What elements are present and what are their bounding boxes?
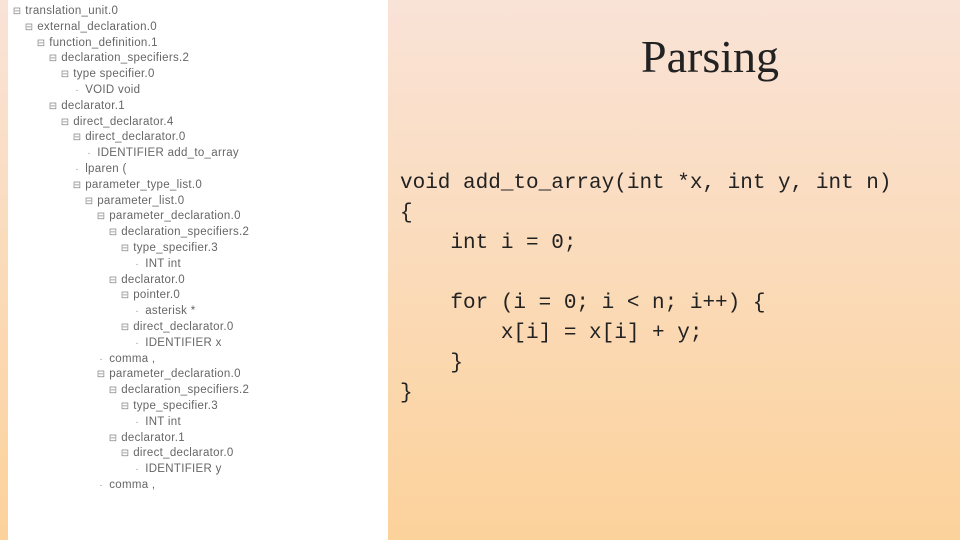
tree-row[interactable]: ⊟ function_definition.1 <box>8 36 388 52</box>
tree-node-label: direct_declarator.4 <box>73 116 173 128</box>
tree-row[interactable]: ⊟ parameter_type_list.0 <box>8 178 388 194</box>
tree-node-label: comma , <box>109 353 155 365</box>
tree-row[interactable]: ⊟ direct_declarator.0 <box>8 130 388 146</box>
slide-title: Parsing <box>520 30 900 83</box>
tree-node-label: declarator.1 <box>61 100 125 112</box>
collapse-icon[interactable]: ⊟ <box>60 115 70 131</box>
tree-node-label: function_definition.1 <box>49 37 158 49</box>
tree-node-label: direct_declarator.0 <box>85 131 185 143</box>
tree-node-label: VOID void <box>85 84 140 96</box>
tree-row[interactable]: · lparen ( <box>8 162 388 178</box>
tree-row[interactable]: · INT int <box>8 415 388 431</box>
tree-row[interactable]: ⊟ direct_declarator.4 <box>8 115 388 131</box>
tree-node-label: INT int <box>145 258 181 270</box>
leaf-icon: · <box>96 478 106 494</box>
tree-row[interactable]: ⊟ declarator.0 <box>8 273 388 289</box>
tree-node-label: asterisk * <box>145 305 195 317</box>
collapse-icon[interactable]: ⊟ <box>36 36 46 52</box>
tree-node-label: comma , <box>109 479 155 491</box>
tree-row[interactable]: · comma , <box>8 352 388 368</box>
tree-node-label: IDENTIFIER y <box>145 463 221 475</box>
collapse-icon[interactable]: ⊟ <box>120 399 130 415</box>
tree-row[interactable]: ⊟ type_specifier.3 <box>8 399 388 415</box>
tree-row[interactable]: · asterisk * <box>8 304 388 320</box>
tree-row[interactable]: ⊟ pointer.0 <box>8 288 388 304</box>
tree-node-label: parameter_type_list.0 <box>85 179 202 191</box>
tree-node-label: type_specifier.3 <box>133 400 218 412</box>
tree-node-label: parameter_declaration.0 <box>109 368 241 380</box>
collapse-icon[interactable]: ⊟ <box>60 67 70 83</box>
collapse-icon[interactable]: ⊟ <box>120 446 130 462</box>
tree-node-label: parameter_declaration.0 <box>109 210 241 222</box>
tree-row[interactable]: · INT int <box>8 257 388 273</box>
collapse-icon[interactable]: ⊟ <box>48 51 58 67</box>
tree-row[interactable]: ⊟ type specifier.0 <box>8 67 388 83</box>
tree-row[interactable]: ⊟ translation_unit.0 <box>8 4 388 20</box>
code-sample: void add_to_array(int *x, int y, int n) … <box>400 169 891 409</box>
tree-node-label: lparen ( <box>85 163 126 175</box>
tree-node-label: type_specifier.3 <box>133 242 218 254</box>
tree-row[interactable]: · IDENTIFIER y <box>8 462 388 478</box>
tree-node-label: pointer.0 <box>133 289 180 301</box>
tree-node-label: declaration_specifiers.2 <box>61 52 189 64</box>
leaf-icon: · <box>132 462 142 478</box>
tree-row[interactable]: · VOID void <box>8 83 388 99</box>
tree-row[interactable]: ⊟ declarator.1 <box>8 99 388 115</box>
tree-row[interactable]: ⊟ parameter_declaration.0 <box>8 367 388 383</box>
tree-node-label: INT int <box>145 416 181 428</box>
tree-node-label: direct_declarator.0 <box>133 447 233 459</box>
collapse-icon[interactable]: ⊟ <box>72 130 82 146</box>
tree-row[interactable]: · IDENTIFIER x <box>8 336 388 352</box>
tree-node-label: external_declaration.0 <box>37 21 157 33</box>
parse-tree-panel: ⊟ translation_unit.0⊟ external_declarati… <box>8 0 388 540</box>
tree-node-label: IDENTIFIER x <box>145 337 221 349</box>
tree-node-label: declaration_specifiers.2 <box>121 226 249 238</box>
tree-node-label: type specifier.0 <box>73 68 155 80</box>
leaf-icon: · <box>84 146 94 162</box>
tree-node-label: declarator.1 <box>121 432 185 444</box>
collapse-icon[interactable]: ⊟ <box>24 20 34 36</box>
collapse-icon[interactable]: ⊟ <box>120 288 130 304</box>
collapse-icon[interactable]: ⊟ <box>108 225 118 241</box>
collapse-icon[interactable]: ⊟ <box>12 4 22 20</box>
tree-row[interactable]: ⊟ external_declaration.0 <box>8 20 388 36</box>
tree-node-label: declarator.0 <box>121 274 185 286</box>
tree-node-label: translation_unit.0 <box>25 5 118 17</box>
collapse-icon[interactable]: ⊟ <box>96 209 106 225</box>
leaf-icon: · <box>132 304 142 320</box>
tree-row[interactable]: · comma , <box>8 478 388 494</box>
collapse-icon[interactable]: ⊟ <box>108 431 118 447</box>
tree-row[interactable]: ⊟ declarator.1 <box>8 431 388 447</box>
slide: ⊟ translation_unit.0⊟ external_declarati… <box>0 0 960 540</box>
collapse-icon[interactable]: ⊟ <box>72 178 82 194</box>
tree-node-label: direct_declarator.0 <box>133 321 233 333</box>
tree-node-label: declaration_specifiers.2 <box>121 384 249 396</box>
leaf-icon: · <box>72 162 82 178</box>
tree-row[interactable]: ⊟ parameter_list.0 <box>8 194 388 210</box>
tree-node-label: IDENTIFIER add_to_array <box>97 147 239 159</box>
tree-row[interactable]: ⊟ direct_declarator.0 <box>8 446 388 462</box>
leaf-icon: · <box>132 415 142 431</box>
leaf-icon: · <box>72 83 82 99</box>
tree-row[interactable]: · IDENTIFIER add_to_array <box>8 146 388 162</box>
collapse-icon[interactable]: ⊟ <box>120 241 130 257</box>
tree-row[interactable]: ⊟ type_specifier.3 <box>8 241 388 257</box>
leaf-icon: · <box>132 336 142 352</box>
collapse-icon[interactable]: ⊟ <box>108 273 118 289</box>
tree-row[interactable]: ⊟ declaration_specifiers.2 <box>8 383 388 399</box>
tree-row[interactable]: ⊟ declaration_specifiers.2 <box>8 225 388 241</box>
tree-row[interactable]: ⊟ declaration_specifiers.2 <box>8 51 388 67</box>
collapse-icon[interactable]: ⊟ <box>108 383 118 399</box>
tree-row[interactable]: ⊟ direct_declarator.0 <box>8 320 388 336</box>
collapse-icon[interactable]: ⊟ <box>96 367 106 383</box>
tree-row[interactable]: ⊟ parameter_declaration.0 <box>8 209 388 225</box>
collapse-icon[interactable]: ⊟ <box>120 320 130 336</box>
leaf-icon: · <box>96 352 106 368</box>
leaf-icon: · <box>132 257 142 273</box>
collapse-icon[interactable]: ⊟ <box>48 99 58 115</box>
tree-node-label: parameter_list.0 <box>97 195 184 207</box>
collapse-icon[interactable]: ⊟ <box>84 194 94 210</box>
